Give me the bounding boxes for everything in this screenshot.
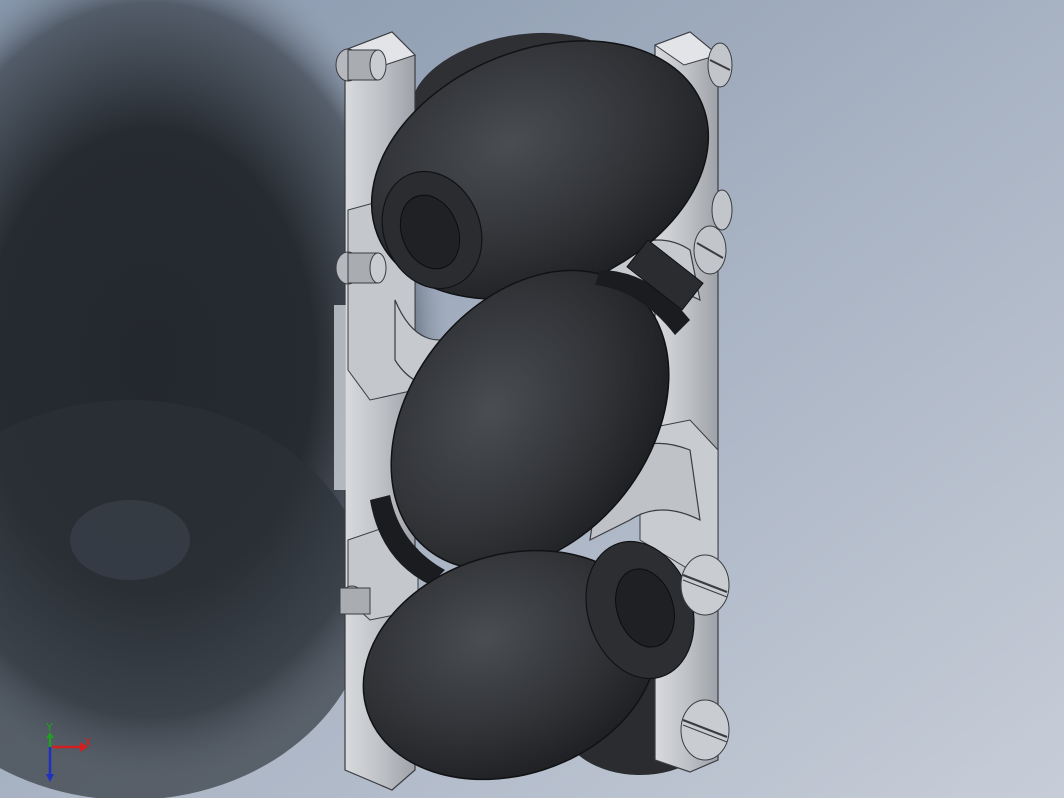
pin-mid-left-icon	[335, 251, 387, 285]
x-axis-label: X	[84, 736, 92, 749]
screw-mid-right-icon	[693, 225, 727, 275]
pin-top-left-icon	[335, 48, 387, 82]
screw-bottom-right-icon	[680, 699, 730, 761]
pin-low-left-icon	[339, 585, 371, 615]
cad-scene: X Y	[0, 0, 1064, 798]
screw-lower-right-icon	[680, 554, 730, 616]
hub-edge	[334, 305, 346, 490]
screw-upper-right-icon	[711, 189, 733, 231]
screw-top-right-icon	[707, 42, 733, 88]
y-axis-label: Y	[45, 721, 53, 734]
3d-viewport[interactable]: X Y	[0, 0, 1064, 798]
